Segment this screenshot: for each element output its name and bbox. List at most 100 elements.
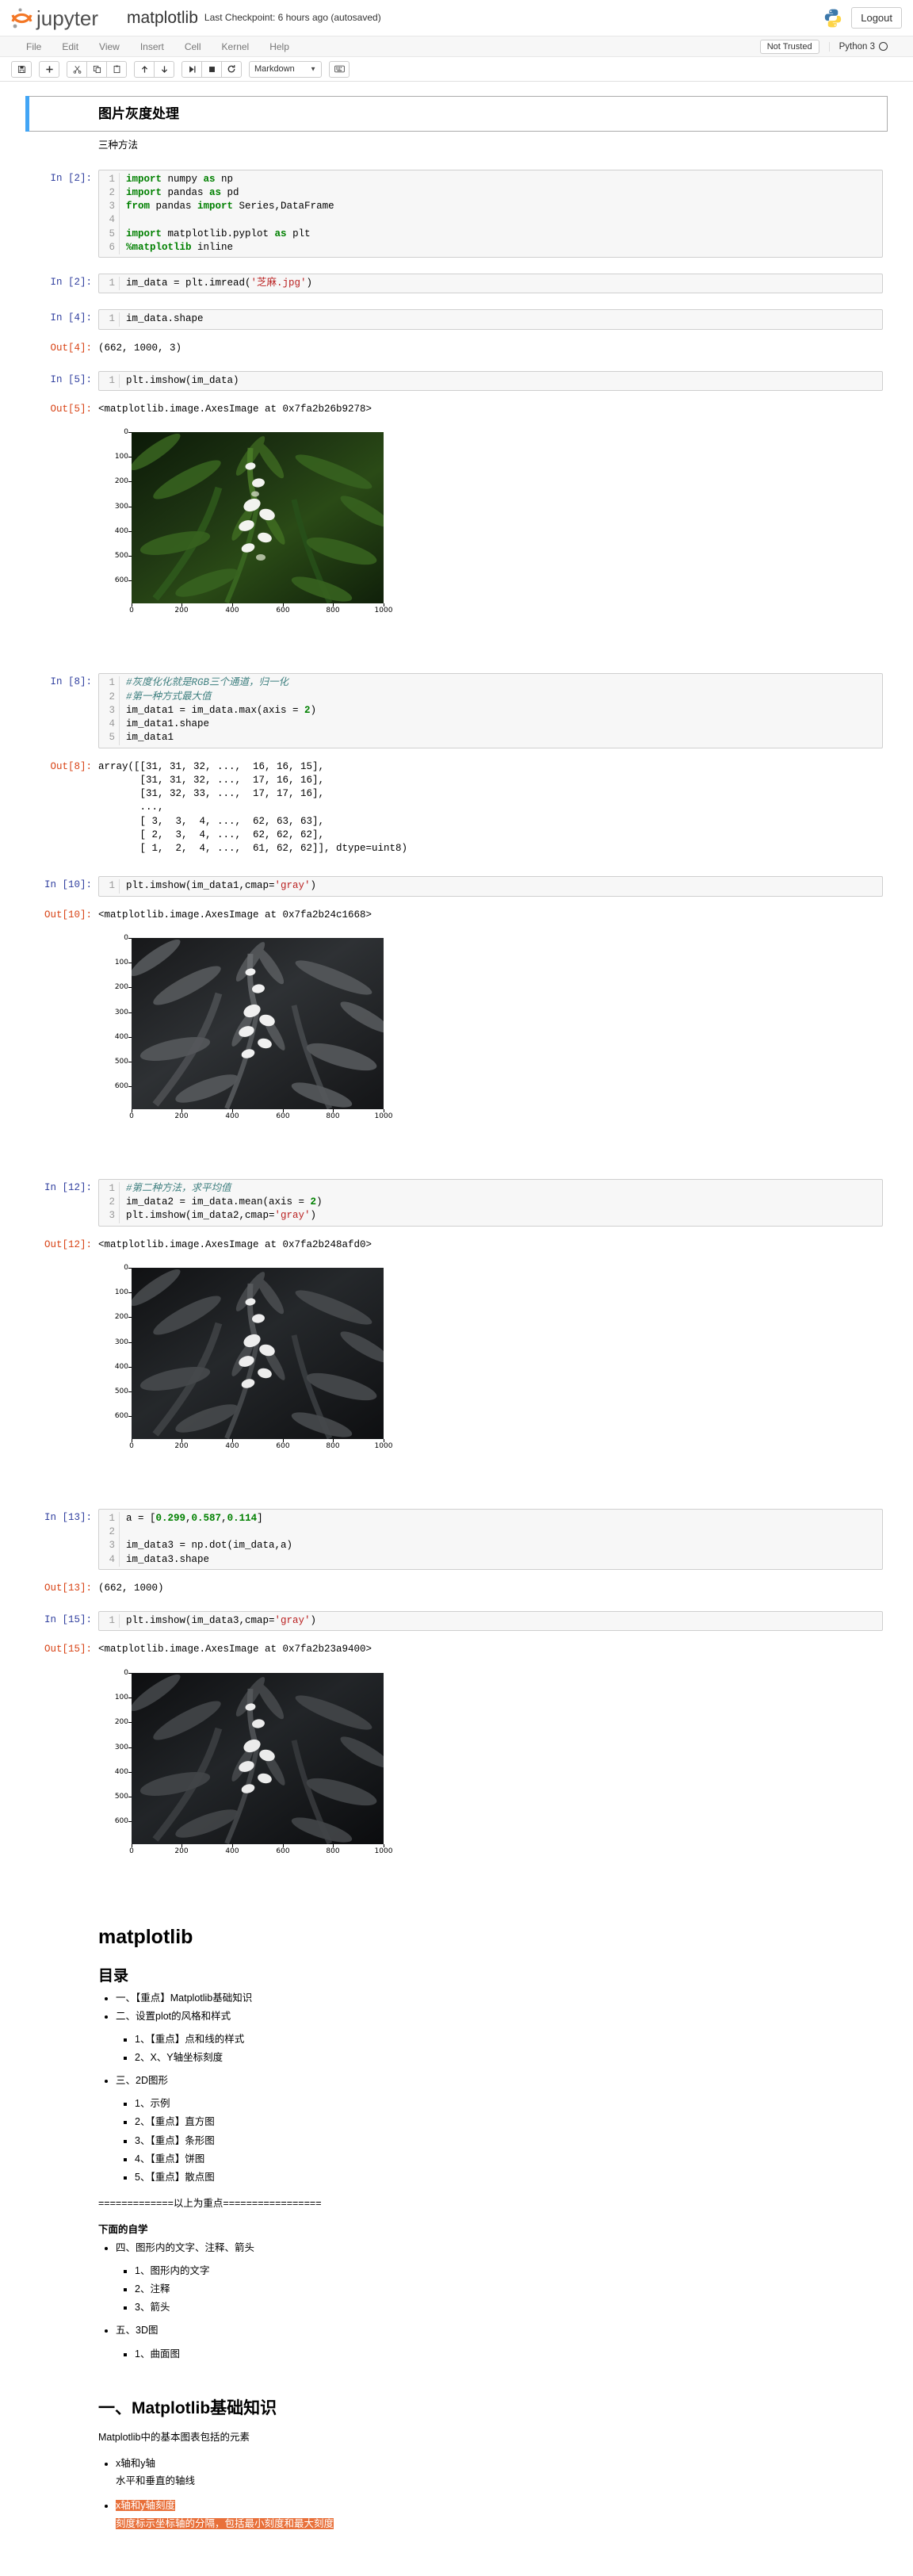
- y-tick-label: 200: [114, 477, 128, 486]
- item-title: x轴和y轴: [116, 2458, 156, 2470]
- code-input-area[interactable]: 1 im_data.shape: [98, 309, 883, 330]
- code-cell-imshow-gray1[interactable]: In [10]: 1 plt.imshow(im_data1,cmap='gra…: [25, 871, 888, 901]
- menu-edit[interactable]: Edit: [52, 36, 89, 57]
- y-tick-label: 100: [114, 958, 128, 966]
- toc-item[interactable]: 一、【重点】Matplotlib基础知识: [116, 1989, 883, 2008]
- y-tick-label: 0: [124, 933, 128, 942]
- code-text[interactable]: import numpy as np import pandas as pd f…: [120, 173, 334, 255]
- toc-subitem[interactable]: 4、【重点】饼图: [135, 2150, 883, 2168]
- interrupt-kernel-button[interactable]: [201, 60, 222, 78]
- x-tick-label: 600: [276, 1441, 290, 1450]
- toc-subitem[interactable]: 1、曲面图: [135, 2345, 883, 2364]
- code-text[interactable]: plt.imshow(im_data): [120, 374, 239, 388]
- input-prompt: In [12]:: [44, 1181, 92, 1193]
- plot-area: [132, 1267, 384, 1439]
- code-cell-imread[interactable]: In [2]: 1 im_data = plt.imread('芝麻.jpg'): [25, 269, 888, 298]
- markdown-cell-subtitle[interactable]: 三种方法: [25, 132, 888, 158]
- save-button[interactable]: [11, 60, 32, 78]
- trust-status-badge[interactable]: Not Trusted: [759, 39, 819, 54]
- output-text: (662, 1000, 3): [98, 342, 182, 354]
- y-tick-label: 500: [114, 1387, 128, 1395]
- code-cell-dot-gray[interactable]: In [13]: 1234 a = [0.299,0.587,0.114] im…: [25, 1504, 888, 1575]
- markdown-cell-matplotlib-toc[interactable]: matplotlib 目录 一、【重点】Matplotlib基础知识 二、设置p…: [25, 1909, 888, 2376]
- code-input-area[interactable]: 123456 import numpy as np import pandas …: [98, 169, 883, 258]
- code-text[interactable]: a = [0.299,0.587,0.114] im_data3 = np.do…: [120, 1512, 292, 1567]
- y-tick-label: 500: [114, 1792, 128, 1801]
- output-prompt: Out[8]:: [50, 760, 92, 772]
- run-cell-button[interactable]: [181, 60, 202, 78]
- menu-help[interactable]: Help: [259, 36, 300, 57]
- code-input-area[interactable]: 1 plt.imshow(im_data1,cmap='gray'): [98, 876, 883, 897]
- menu-view[interactable]: View: [89, 36, 130, 57]
- toc-subitem[interactable]: 1、【重点】点和线的样式: [135, 2031, 883, 2049]
- code-input-area[interactable]: 1 plt.imshow(im_data3,cmap='gray'): [98, 1611, 883, 1632]
- notebook-scroll-area[interactable]: 图片灰度处理 三种方法 In [2]: 123456 import numpy …: [0, 82, 913, 2576]
- code-text[interactable]: #灰度化化就是RGB三个通道，归一化 #第一种方式最大值 im_data1 = …: [120, 676, 316, 744]
- heading-toc: 目录: [98, 1967, 129, 1985]
- output-prompt: Out[15]:: [44, 1644, 92, 1655]
- menu-bar: File Edit View Insert Cell Kernel Help N…: [0, 36, 913, 57]
- input-prompt: In [2]:: [50, 277, 92, 289]
- toc-subitem[interactable]: 3、箭头: [135, 2298, 883, 2317]
- line-numbers: 12345: [99, 676, 120, 745]
- notebook-body: 图片灰度处理 三种方法 In [2]: 123456 import numpy …: [0, 82, 913, 2576]
- kernel-indicator[interactable]: Python 3: [828, 41, 888, 52]
- code-text[interactable]: plt.imshow(im_data1,cmap='gray'): [120, 879, 316, 893]
- restart-kernel-button[interactable]: [221, 60, 242, 78]
- code-text[interactable]: im_data.shape: [120, 312, 204, 326]
- toc-item[interactable]: 五、3D图 1、曲面图: [116, 2321, 883, 2363]
- input-prompt: In [2]:: [50, 172, 92, 184]
- toc-label: 四、图形内的文字、注释、箭头: [116, 2241, 255, 2253]
- jupyter-logo[interactable]: jupyter: [11, 6, 116, 31]
- insert-cell-below-button[interactable]: [39, 60, 59, 78]
- toc-subitem[interactable]: 2、X、Y轴坐标刻度: [135, 2049, 883, 2067]
- code-input-area[interactable]: 1 im_data = plt.imread('芝麻.jpg'): [98, 274, 883, 294]
- toc-subitem[interactable]: 5、【重点】散点图: [135, 2168, 883, 2187]
- code-text[interactable]: #第二种方法，求平均值 im_data2 = im_data.mean(axis…: [120, 1182, 323, 1223]
- command-palette-button[interactable]: [329, 60, 350, 78]
- toc-item[interactable]: 四、图形内的文字、注释、箭头 1、图形内的文字 2、注释 3、箭头: [116, 2239, 883, 2318]
- code-input-area[interactable]: 12345 #灰度化化就是RGB三个通道，归一化 #第一种方式最大值 im_da…: [98, 673, 883, 748]
- copy-cell-button[interactable]: [86, 60, 107, 78]
- toc-subitem[interactable]: 2、注释: [135, 2280, 883, 2298]
- logout-button[interactable]: Logout: [851, 6, 902, 29]
- y-tick-label: 400: [114, 1032, 128, 1041]
- notebook-title[interactable]: matplotlib: [127, 9, 198, 28]
- code-cell-imshow-color[interactable]: In [5]: 1 plt.imshow(im_data): [25, 366, 888, 396]
- code-cell-imports[interactable]: In [2]: 123456 import numpy as np import…: [25, 165, 888, 263]
- toc-subitem[interactable]: 3、【重点】条形图: [135, 2132, 883, 2150]
- code-cell-shape[interactable]: In [4]: 1 im_data.shape: [25, 304, 888, 334]
- menu-kernel[interactable]: Kernel: [212, 36, 260, 57]
- x-tick-label: 1000: [374, 607, 393, 615]
- chevron-down-icon: ▼: [310, 65, 316, 73]
- menu-insert[interactable]: Insert: [130, 36, 174, 57]
- code-input-area[interactable]: 1 plt.imshow(im_data): [98, 370, 883, 392]
- markdown-cell-section-one[interactable]: 一、Matplotlib基础知识 Matplotlib中的基本图表包括的元素 x…: [25, 2387, 888, 2544]
- output-prompt: Out[12]:: [44, 1238, 92, 1250]
- code-text[interactable]: plt.imshow(im_data3,cmap='gray'): [120, 1614, 316, 1628]
- move-cell-down-button[interactable]: [154, 60, 174, 78]
- code-cell-mean-gray[interactable]: In [12]: 123 #第二种方法，求平均值 im_data2 = im_d…: [25, 1174, 888, 1231]
- x-tick-label: 600: [276, 1847, 290, 1855]
- markdown-cell-title[interactable]: 图片灰度处理: [25, 96, 888, 132]
- cell-type-select[interactable]: Markdown ▼: [249, 60, 322, 78]
- code-cell-imshow-gray3[interactable]: In [15]: 1 plt.imshow(im_data3,cmap='gra…: [25, 1606, 888, 1636]
- toc-subitem[interactable]: 2、【重点】直方图: [135, 2113, 883, 2131]
- toc-item[interactable]: 三、2D图形 1、示例 2、【重点】直方图 3、【重点】条形图 4、【重点】饼图…: [116, 2072, 883, 2187]
- cut-cell-button[interactable]: [67, 60, 87, 78]
- toc-item[interactable]: 二、设置plot的风格和样式 1、【重点】点和线的样式 2、X、Y轴坐标刻度: [116, 2008, 883, 2067]
- menu-file[interactable]: File: [16, 36, 52, 57]
- paste-cell-button[interactable]: [106, 60, 127, 78]
- item-desc: 水平和垂直的轴线: [116, 2475, 196, 2487]
- code-input-area[interactable]: 1234 a = [0.299,0.587,0.114] im_data3 = …: [98, 1508, 883, 1570]
- code-cell-max-gray[interactable]: In [8]: 12345 #灰度化化就是RGB三个通道，归一化 #第一种方式最…: [25, 668, 888, 752]
- y-tick-label: 300: [114, 1338, 128, 1346]
- code-input-area[interactable]: 123 #第二种方法，求平均值 im_data2 = im_data.mean(…: [98, 1178, 883, 1227]
- x-tick-label: 200: [174, 1847, 189, 1855]
- x-tick-label: 1000: [374, 1112, 393, 1120]
- code-text[interactable]: im_data = plt.imread('芝麻.jpg'): [120, 277, 312, 290]
- toc-subitem[interactable]: 1、图形内的文字: [135, 2262, 883, 2280]
- toc-subitem[interactable]: 1、示例: [135, 2095, 883, 2113]
- move-cell-up-button[interactable]: [134, 60, 155, 78]
- menu-cell[interactable]: Cell: [174, 36, 212, 57]
